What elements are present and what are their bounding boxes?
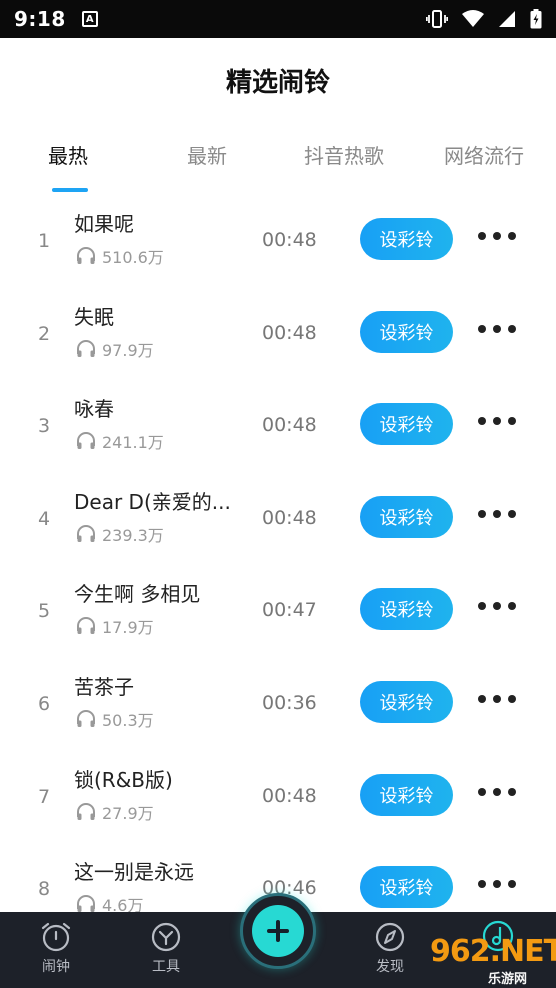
song-duration: 00:47	[262, 599, 317, 622]
vibrate-icon	[426, 10, 448, 28]
set-ringtone-button[interactable]: 设彩铃	[360, 495, 453, 538]
play-count-value: 241.1万	[102, 433, 164, 453]
set-ringtone-button[interactable]: 设彩铃	[360, 310, 453, 353]
tab-newest[interactable]: 最新	[187, 140, 227, 169]
more-icon[interactable]	[478, 324, 516, 333]
headphones-icon	[77, 247, 95, 264]
status-bar: 9:18 A	[0, 0, 556, 38]
play-count-value: 27.9万	[102, 803, 154, 823]
tools-icon	[151, 922, 181, 952]
tab-indicator	[52, 188, 88, 192]
play-count-value: 239.3万	[102, 525, 164, 545]
notification-badge: A	[81, 11, 98, 27]
song-list: 1 如果呢 510.6万 00:48 设彩铃 2 失眠 97.9万 00:48 …	[0, 194, 556, 935]
play-count: 27.9万	[76, 800, 154, 824]
headphones-icon	[77, 802, 95, 820]
compass-icon	[375, 922, 405, 952]
plus-icon	[267, 920, 289, 942]
set-ringtone-button[interactable]: 设彩铃	[360, 680, 453, 723]
set-ringtone-button[interactable]: 设彩铃	[360, 218, 453, 260]
song-rank: 5	[37, 600, 51, 623]
more-icon[interactable]	[478, 232, 516, 240]
more-icon[interactable]	[478, 602, 516, 611]
page-title: 精选闹铃	[225, 68, 330, 98]
play-count-value: 510.6万	[102, 248, 164, 267]
fab-inner	[252, 905, 304, 957]
wifi-icon	[462, 10, 484, 27]
headphones-icon	[77, 710, 95, 727]
song-duration: 00:48	[262, 506, 317, 529]
play-count: 50.3万	[76, 707, 154, 731]
headphones-icon	[77, 617, 95, 635]
song-title: 锁(R&B版)	[74, 767, 173, 792]
add-alarm-button[interactable]	[240, 893, 316, 969]
play-count-value: 50.3万	[102, 710, 154, 730]
song-duration: 00:48	[262, 784, 317, 807]
song-rank: 7	[37, 785, 51, 808]
headphones-icon	[77, 339, 95, 357]
headphones-icon	[77, 432, 95, 450]
song-title: 今生啊 多相见	[74, 582, 201, 607]
set-ringtone-button[interactable]: 设彩铃	[360, 773, 453, 816]
watermark: 962.NET 乐游网	[418, 920, 556, 988]
tab-hottest[interactable]: 最热	[48, 140, 88, 169]
song-title: Dear D(亲爱的...	[74, 489, 231, 514]
watermark-subtext: 乐游网	[488, 972, 528, 987]
song-row[interactable]: 7 锁(R&B版) 27.9万 00:48 设彩铃	[0, 750, 556, 843]
song-title: 苦茶子	[74, 674, 134, 699]
song-duration: 00:48	[262, 414, 317, 437]
song-row[interactable]: 2 失眠 97.9万 00:48 设彩铃	[0, 287, 556, 380]
alarm-clock-icon	[41, 922, 71, 952]
song-rank: 3	[37, 415, 51, 438]
song-rank: 4	[37, 507, 51, 530]
song-row[interactable]: 6 苦茶子 50.3万 00:36 设彩铃	[0, 657, 556, 750]
song-title: 这一别是永远	[74, 860, 194, 885]
battery-icon	[530, 9, 542, 29]
play-count-value: 97.9万	[102, 340, 154, 360]
song-title: 咏春	[74, 397, 114, 422]
nav-label: 发现	[376, 959, 404, 975]
song-row[interactable]: 3 咏春 241.1万 00:48 设彩铃	[0, 379, 556, 472]
song-duration: 00:48	[262, 229, 317, 251]
song-duration: 00:36	[262, 691, 317, 714]
song-title: 如果呢	[74, 212, 134, 236]
song-rank: 6	[37, 692, 51, 715]
headphones-icon	[77, 524, 95, 542]
more-icon[interactable]	[478, 417, 516, 426]
nav-label: 工具	[152, 959, 180, 975]
set-ringtone-button[interactable]: 设彩铃	[360, 403, 453, 446]
song-rank: 2	[37, 322, 51, 345]
nav-label: 闹钟	[42, 959, 70, 975]
signal-icon	[499, 11, 515, 27]
set-ringtone-button[interactable]: 设彩铃	[360, 588, 453, 631]
play-count: 17.9万	[76, 614, 154, 638]
song-rank: 8	[37, 878, 51, 901]
play-count-value: 17.9万	[102, 618, 154, 638]
more-icon[interactable]	[478, 509, 516, 518]
more-icon[interactable]	[478, 694, 516, 703]
set-ringtone-button[interactable]: 设彩铃	[360, 866, 453, 909]
song-row[interactable]: 5 今生啊 多相见 17.9万 00:47 设彩铃	[0, 564, 556, 657]
nav-item-discover[interactable]: 发现	[360, 922, 420, 976]
status-icons	[426, 9, 542, 29]
nav-item-tools[interactable]: 工具	[136, 922, 196, 976]
watermark-text: 962.NET	[430, 934, 556, 969]
tab-internet-popular[interactable]: 网络流行	[444, 140, 524, 169]
song-row[interactable]: 4 Dear D(亲爱的... 239.3万 00:48 设彩铃	[0, 472, 556, 565]
play-count: 97.9万	[76, 337, 154, 361]
nav-item-alarm[interactable]: 闹钟	[26, 922, 86, 976]
song-duration: 00:48	[262, 321, 317, 344]
song-title: 失眠	[74, 304, 114, 329]
play-count: 510.6万	[76, 244, 164, 268]
play-count: 241.1万	[76, 429, 164, 453]
headphones-icon	[77, 895, 95, 913]
song-rank: 1	[37, 230, 51, 252]
tab-bar: 最热 最新 抖音热歌 网络流行	[0, 140, 556, 196]
more-icon[interactable]	[478, 880, 516, 889]
tab-douyin-hits[interactable]: 抖音热歌	[304, 140, 384, 169]
status-time: 9:18	[14, 7, 66, 31]
more-icon[interactable]	[478, 787, 516, 796]
play-count: 239.3万	[76, 522, 164, 546]
song-row[interactable]: 1 如果呢 510.6万 00:48 设彩铃	[0, 194, 556, 287]
